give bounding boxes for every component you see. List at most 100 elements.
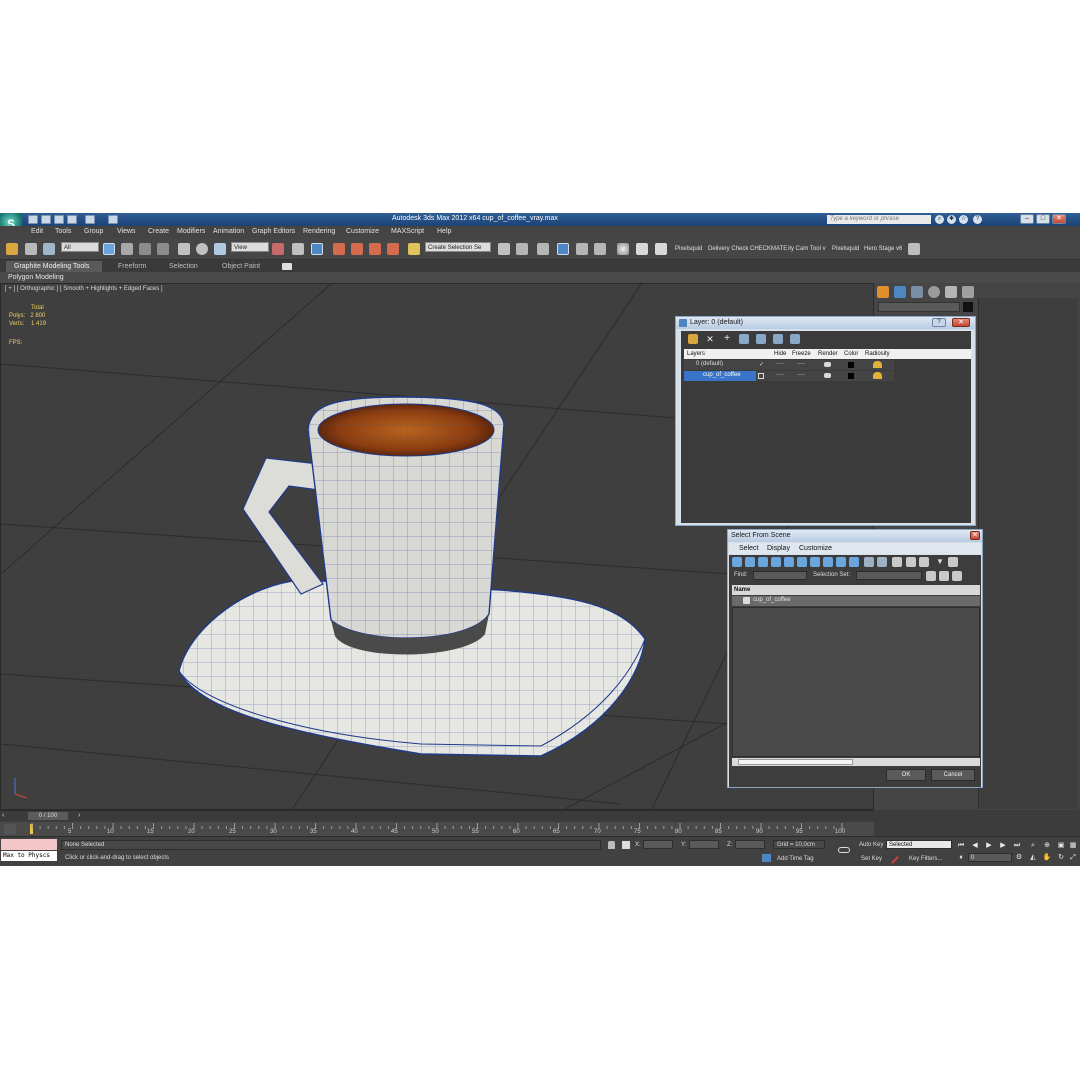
- field-of-view-icon[interactable]: ◭: [1028, 853, 1038, 862]
- menu-animation[interactable]: Animation: [213, 228, 244, 235]
- menu-tools[interactable]: Tools: [55, 228, 71, 235]
- project-folder-icon[interactable]: [108, 215, 118, 224]
- y-coordinate-field[interactable]: [689, 840, 719, 849]
- display-tab-icon[interactable]: [945, 286, 957, 298]
- curve-editor-icon[interactable]: [576, 243, 588, 255]
- tab-graphite-modeling-tools[interactable]: Graphite Modeling Tools: [6, 261, 102, 272]
- current-layer-checkbox[interactable]: [758, 373, 764, 379]
- window-crossing-icon[interactable]: [157, 243, 169, 255]
- menu-customize[interactable]: Customize: [799, 545, 832, 552]
- mirror-icon[interactable]: [498, 243, 510, 255]
- menu-graph-editors[interactable]: Graph Editors: [252, 228, 295, 235]
- tab-selection[interactable]: Selection: [161, 261, 206, 272]
- spinner-snap-icon[interactable]: [387, 243, 399, 255]
- key-mode-toggle-icon[interactable]: ⏸: [956, 853, 966, 862]
- maxscript-listener-result[interactable]: [1, 839, 57, 850]
- create-tab-icon[interactable]: [877, 286, 889, 298]
- select-by-name-icon[interactable]: [121, 243, 133, 255]
- cancel-button[interactable]: Cancel: [931, 769, 975, 781]
- play-icon[interactable]: ▶: [984, 841, 994, 850]
- filter-groups-icon[interactable]: [810, 557, 820, 567]
- pan-view-icon[interactable]: ✋: [1042, 853, 1052, 862]
- selection-set-dropdown[interactable]: [856, 571, 922, 580]
- reference-coordinate-dropdown[interactable]: View: [231, 242, 269, 252]
- plugin-pixelsquid[interactable]: Pixelsquid: [675, 246, 702, 252]
- filter-spacewarps-icon[interactable]: [797, 557, 807, 567]
- next-frame-icon[interactable]: ▶: [998, 841, 1008, 850]
- minimize-button[interactable]: –: [1020, 214, 1034, 224]
- close-button[interactable]: ✕: [1052, 214, 1066, 224]
- add-time-tag[interactable]: Add Time Tag: [777, 856, 814, 862]
- col-radiosity[interactable]: Radiosity: [865, 351, 890, 357]
- filter-containers-icon[interactable]: [849, 557, 859, 567]
- rendered-frame-icon[interactable]: [655, 243, 667, 255]
- maximize-viewport-icon[interactable]: ⤢: [1068, 853, 1078, 862]
- layer-hide[interactable]: ----: [776, 372, 784, 378]
- menu-help[interactable]: Help: [437, 228, 451, 235]
- maximize-button[interactable]: □: [1036, 214, 1050, 224]
- sel-set-manage-icon[interactable]: [952, 571, 962, 581]
- menu-rendering[interactable]: Rendering: [303, 228, 335, 235]
- rectangular-region-icon[interactable]: [139, 243, 151, 255]
- layer-color-swatch[interactable]: [848, 373, 854, 379]
- layer-name[interactable]: cup_of_coffee: [703, 372, 741, 378]
- orbit-icon[interactable]: ↻: [1056, 853, 1066, 862]
- filter-settings-icon[interactable]: [948, 557, 958, 567]
- plugin-cam-tool[interactable]: ity Cam Tool v: [788, 246, 826, 252]
- time-configuration-icon[interactable]: ⚙: [1014, 853, 1024, 862]
- object-color-swatch[interactable]: [963, 302, 973, 312]
- select-all-icon[interactable]: [892, 557, 902, 567]
- layer-freeze[interactable]: ----: [797, 372, 805, 378]
- keyboard-shortcut-override-icon[interactable]: [311, 243, 323, 255]
- menu-select[interactable]: Select: [739, 545, 758, 552]
- selection-filter-dropdown[interactable]: All: [61, 242, 99, 252]
- plugin-checkmate[interactable]: CHECKMATE: [750, 246, 787, 252]
- utilities-tab-icon[interactable]: [962, 286, 974, 298]
- ribbon-options-icon[interactable]: [282, 263, 292, 270]
- filter-shapes-icon[interactable]: [745, 557, 755, 567]
- menu-create[interactable]: Create: [148, 228, 169, 235]
- unlink-icon[interactable]: [25, 243, 37, 255]
- select-object-icon[interactable]: [103, 243, 115, 255]
- col-render[interactable]: Render: [818, 351, 838, 357]
- snaps-toggle-icon[interactable]: [333, 243, 345, 255]
- edit-named-selection-icon[interactable]: [408, 243, 420, 255]
- mini-curve-editor-icon[interactable]: [4, 824, 16, 834]
- tab-object-paint[interactable]: Object Paint: [214, 261, 268, 272]
- graphite-toggle-icon[interactable]: [557, 243, 569, 255]
- link-icon[interactable]: [6, 243, 18, 255]
- freeze-all-icon[interactable]: [790, 334, 800, 344]
- schematic-view-icon[interactable]: [594, 243, 606, 255]
- zoom-icon[interactable]: ⌕: [1028, 841, 1038, 850]
- star-icon[interactable]: ☆: [959, 215, 968, 224]
- sel-set-remove-icon[interactable]: [939, 571, 949, 581]
- funnel-filter-icon[interactable]: ▼: [935, 557, 945, 567]
- filter-cameras-icon[interactable]: [771, 557, 781, 567]
- search-input[interactable]: Type a keyword or phrase: [827, 215, 931, 224]
- col-color[interactable]: Color: [844, 351, 858, 357]
- set-key-button[interactable]: Set Key: [861, 856, 882, 862]
- radiosity-icon[interactable]: [873, 361, 882, 368]
- render-setup-icon[interactable]: [636, 243, 648, 255]
- col-name[interactable]: Name: [734, 587, 750, 593]
- layer-dialog-close-button[interactable]: ✕: [952, 318, 970, 327]
- menu-edit[interactable]: Edit: [31, 228, 43, 235]
- col-hide[interactable]: Hide: [774, 351, 786, 357]
- radiosity-icon[interactable]: [873, 372, 882, 379]
- select-dialog-close-button[interactable]: ✕: [970, 531, 980, 540]
- filter-lights-icon[interactable]: [758, 557, 768, 567]
- layer-name[interactable]: 0 (default): [696, 361, 723, 367]
- teapot-render-icon[interactable]: [824, 373, 831, 378]
- delete-layer-icon[interactable]: ✕: [705, 334, 715, 344]
- layer-freeze[interactable]: ----: [797, 361, 805, 367]
- slider-left-arrow-icon[interactable]: ‹: [2, 812, 12, 820]
- display-influences-icon[interactable]: [877, 557, 887, 567]
- menu-modifiers[interactable]: Modifiers: [177, 228, 205, 235]
- menu-display[interactable]: Display: [767, 545, 790, 552]
- menu-customize[interactable]: Customize: [346, 228, 379, 235]
- zoom-extents-icon[interactable]: ▣: [1056, 841, 1066, 850]
- filter-xrefs-icon[interactable]: [823, 557, 833, 567]
- z-coordinate-field[interactable]: [735, 840, 765, 849]
- material-editor-icon[interactable]: [617, 243, 629, 255]
- plugin-delivery-check[interactable]: Delivery Check: [708, 246, 748, 252]
